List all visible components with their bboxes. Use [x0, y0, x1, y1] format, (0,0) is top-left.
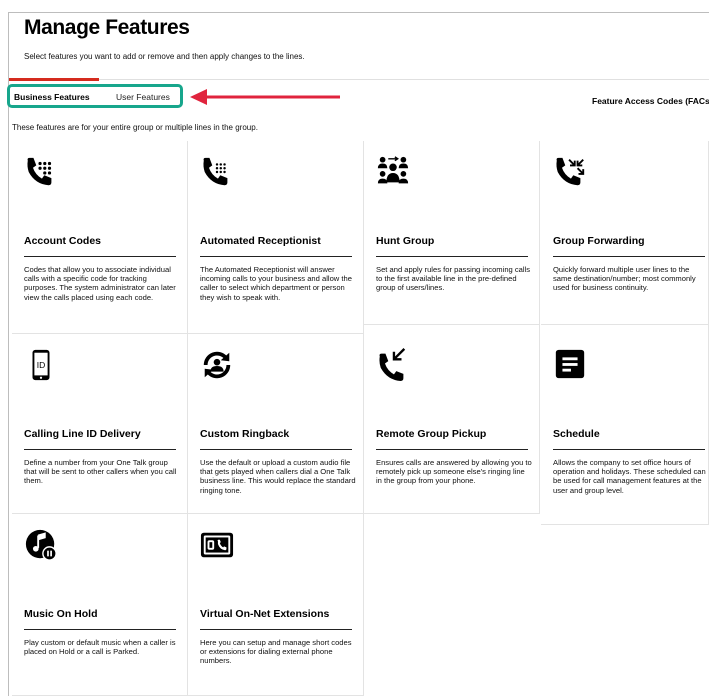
feature-card-schedule[interactable]: Schedule Allows the company to set offic… — [541, 325, 709, 525]
header-divider — [9, 79, 709, 80]
feature-description: Set and apply rules for passing incoming… — [376, 265, 531, 293]
card-divider — [376, 449, 528, 450]
page-title: Manage Features — [24, 16, 190, 39]
page-subtitle: Select features you want to add or remov… — [24, 52, 305, 61]
svg-text:ID: ID — [37, 360, 46, 370]
group-users-icon — [377, 156, 409, 184]
feature-card-custom-ringback[interactable]: Custom Ringback Use the default or uploa… — [188, 334, 364, 514]
card-divider — [24, 629, 176, 630]
schedule-icon — [555, 349, 585, 379]
feature-description: Ensures calls are answered by allowing y… — [376, 458, 532, 486]
feature-description: Codes that allow you to associate indivi… — [24, 265, 176, 302]
music-hold-icon — [25, 529, 57, 561]
section-description: These features are for your entire group… — [12, 123, 258, 132]
feature-name: Group Forwarding — [553, 235, 645, 247]
phone-keypad-icon — [27, 157, 52, 186]
feature-name: Music On Hold — [24, 608, 98, 620]
tab-business-features[interactable]: Business Features — [14, 92, 90, 102]
feature-card-calling-line-id[interactable]: ID Calling Line ID Delivery Define a num… — [12, 334, 188, 514]
caller-id-icon: ID — [32, 349, 50, 381]
card-divider — [24, 449, 176, 450]
feature-name: Remote Group Pickup — [376, 428, 487, 440]
feature-card-remote-group-pickup[interactable]: Remote Group Pickup Ensures calls are an… — [364, 325, 540, 514]
phone-dialpad-icon — [203, 157, 228, 186]
feature-name: Hunt Group — [376, 235, 435, 247]
feature-description: Define a number from your One Talk group… — [24, 458, 177, 486]
feature-card-account-codes[interactable]: Account Codes Codes that allow you to as… — [12, 141, 188, 334]
feature-card-virtual-on-net-extensions[interactable]: Virtual On-Net Extensions Here you can s… — [188, 514, 364, 696]
card-divider — [200, 629, 352, 630]
virtual-extensions-icon — [200, 532, 234, 558]
feature-name: Custom Ringback — [200, 428, 290, 440]
feature-description: The Automated Receptionist will answer i… — [200, 265, 352, 302]
feature-description: Allows the company to set office hours o… — [553, 458, 706, 495]
feature-name: Account Codes — [24, 235, 102, 247]
card-divider — [376, 256, 528, 257]
call-forwarding-icon — [556, 157, 585, 186]
feature-description: Play custom or default music when a call… — [24, 638, 176, 657]
tab-feature-access-codes[interactable]: Feature Access Codes (FACs — [592, 96, 709, 106]
card-divider — [24, 256, 176, 257]
card-divider — [200, 449, 352, 450]
tab-user-features[interactable]: User Features — [116, 92, 170, 102]
feature-card-music-on-hold[interactable]: Music On Hold Play custom or default mus… — [12, 514, 188, 696]
feature-card-automated-receptionist[interactable]: Automated Receptionist The Automated Rec… — [188, 141, 364, 334]
active-tab-indicator — [9, 78, 99, 81]
card-divider — [553, 256, 705, 257]
feature-name: Calling Line ID Delivery — [24, 428, 141, 440]
feature-card-group-forwarding[interactable]: Group Forwarding Quickly forward multipl… — [541, 141, 709, 325]
feature-name: Virtual On-Net Extensions — [200, 608, 330, 620]
feature-description: Quickly forward multiple user lines to t… — [553, 265, 696, 293]
card-divider — [200, 256, 352, 257]
card-divider — [553, 449, 705, 450]
panel-left-border — [8, 12, 9, 696]
feature-card-hunt-group[interactable]: Hunt Group Set and apply rules for passi… — [364, 141, 540, 325]
feature-name: Schedule — [553, 428, 600, 440]
feature-description: Here you can setup and manage short code… — [200, 638, 352, 666]
feature-description: Use the default or upload a custom audio… — [200, 458, 356, 495]
ringback-refresh-icon — [203, 351, 231, 379]
panel-top-border — [8, 12, 709, 13]
call-pickup-icon — [379, 348, 406, 381]
feature-name: Automated Receptionist — [200, 235, 321, 247]
annotation-arrow-icon — [190, 89, 340, 105]
